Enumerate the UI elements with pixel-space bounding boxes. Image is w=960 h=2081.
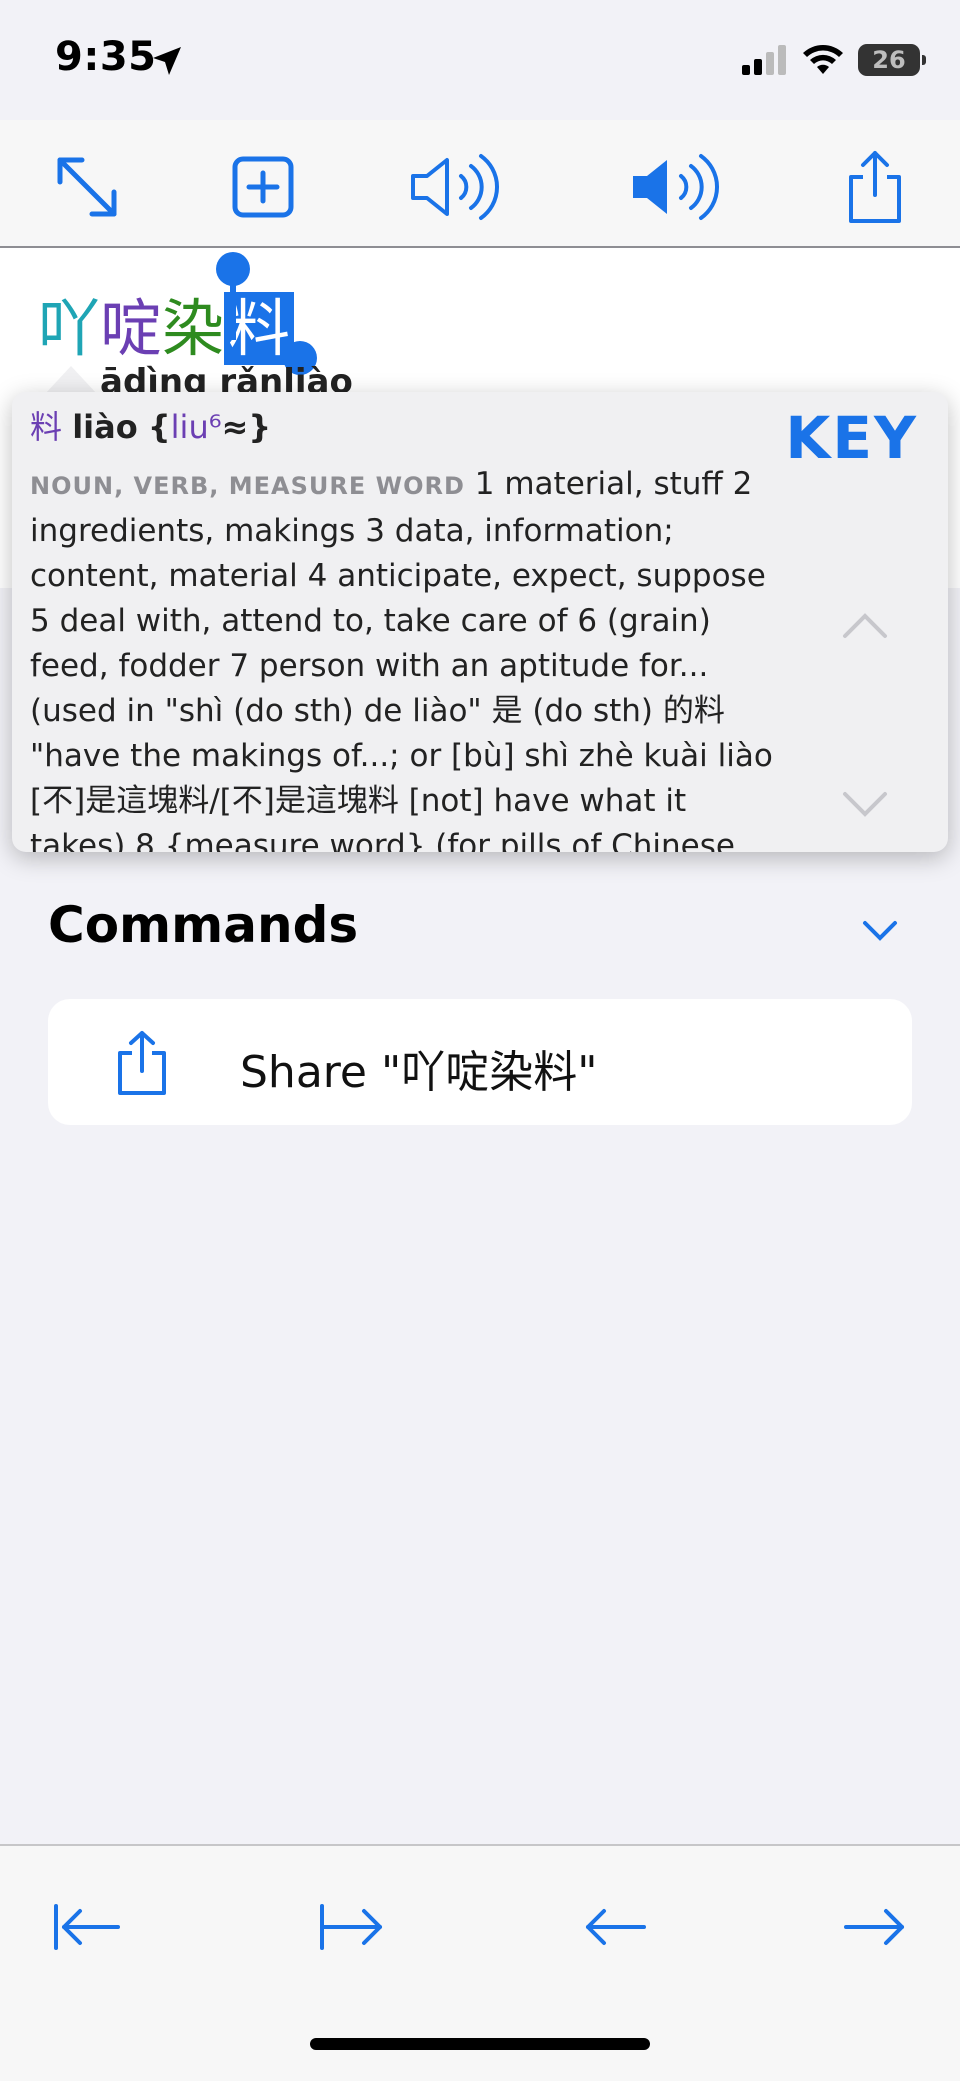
first-icon bbox=[54, 1904, 120, 1950]
last-entry-button[interactable] bbox=[308, 1882, 398, 1972]
pos-noun: NOUN bbox=[30, 472, 115, 500]
popup-approx: ≈ bbox=[221, 408, 249, 446]
location-arrow-icon bbox=[153, 47, 181, 75]
definition-popup[interactable]: 料 liào {liu⁶≈} KEY NOUN, VERB, MEASURE W… bbox=[12, 392, 948, 852]
definition-line: NOUN, VERB, MEASURE WORD 1 material, stu… bbox=[30, 466, 753, 502]
status-time: 9:35 bbox=[55, 34, 157, 80]
play-audio-slow-button[interactable] bbox=[405, 142, 505, 232]
last-icon bbox=[320, 1904, 382, 1950]
share-button[interactable] bbox=[830, 142, 920, 232]
popup-pinyin: liào bbox=[72, 408, 138, 446]
definition-line: feed, fodder 7 person with an aptitude f… bbox=[30, 648, 709, 684]
add-button[interactable] bbox=[218, 142, 308, 232]
top-toolbar bbox=[0, 120, 960, 246]
definition-line: content, material 4 anticipate, expect, … bbox=[30, 558, 766, 594]
definition-line: takes) 8 {measure word} (for pills of Ch… bbox=[30, 828, 735, 852]
share-command-label[interactable]: Share "吖啶染料" bbox=[240, 1036, 597, 1100]
definition-line: [不]是這塊料/[不]是這塊料 [not] have what it bbox=[30, 783, 687, 819]
popup-arrow bbox=[45, 366, 97, 394]
expand-button[interactable] bbox=[42, 142, 132, 232]
definition-line-text: 1 material, stuff 2 bbox=[474, 466, 753, 502]
share-icon bbox=[849, 151, 901, 223]
back-arrow-icon bbox=[586, 1909, 646, 1945]
expand-icon bbox=[57, 157, 117, 217]
forward-arrow-icon bbox=[844, 1909, 904, 1945]
speaker-outline-icon bbox=[411, 154, 499, 220]
headword-char-2[interactable]: 啶 bbox=[100, 292, 162, 365]
popup-char: 料 bbox=[30, 408, 63, 446]
battery-icon: 26 bbox=[858, 44, 926, 76]
status-icons: 26 bbox=[742, 40, 926, 80]
commands-title: Commands bbox=[48, 896, 359, 954]
definition-line: 5 deal with, attend to, take care of 6 (… bbox=[30, 603, 711, 639]
definition-line: ingredients, makings 3 data, information… bbox=[30, 513, 674, 549]
add-icon bbox=[232, 156, 294, 218]
popup-jyutping: liu⁶ bbox=[170, 408, 222, 446]
back-button[interactable] bbox=[570, 1882, 660, 1972]
popup-header: 料 liào {liu⁶≈} bbox=[30, 408, 272, 446]
chevron-up-icon[interactable] bbox=[842, 610, 888, 640]
wifi-icon bbox=[803, 45, 843, 74]
collapse-chevron-icon[interactable] bbox=[862, 918, 898, 944]
speaker-filled-icon bbox=[633, 154, 719, 220]
popup-definition: NOUN, VERB, MEASURE WORD 1 material, stu… bbox=[30, 462, 790, 852]
pos-verb: VERB bbox=[133, 472, 210, 500]
pos-measure-word: MEASURE WORD bbox=[228, 472, 465, 500]
chevron-down-icon[interactable] bbox=[842, 790, 888, 820]
key-button[interactable]: KEY bbox=[785, 404, 918, 472]
definition-line: (used in "shì (do sth) de liào" 是 (do st… bbox=[30, 693, 725, 729]
play-audio-button[interactable] bbox=[625, 142, 725, 232]
definition-line: "have the makings of...; or [bù] shì zhè… bbox=[30, 738, 773, 774]
headword[interactable]: 吖啶染料 bbox=[38, 278, 295, 368]
first-entry-button[interactable] bbox=[42, 1882, 132, 1972]
headword-char-1[interactable]: 吖 bbox=[38, 292, 100, 365]
headword-char-3[interactable]: 染 bbox=[162, 292, 224, 365]
home-indicator[interactable] bbox=[310, 2038, 650, 2050]
cellular-signal-icon bbox=[742, 45, 786, 75]
forward-button[interactable] bbox=[830, 1882, 920, 1972]
selection-handle-start[interactable] bbox=[216, 252, 250, 286]
share-icon bbox=[118, 1031, 166, 1095]
